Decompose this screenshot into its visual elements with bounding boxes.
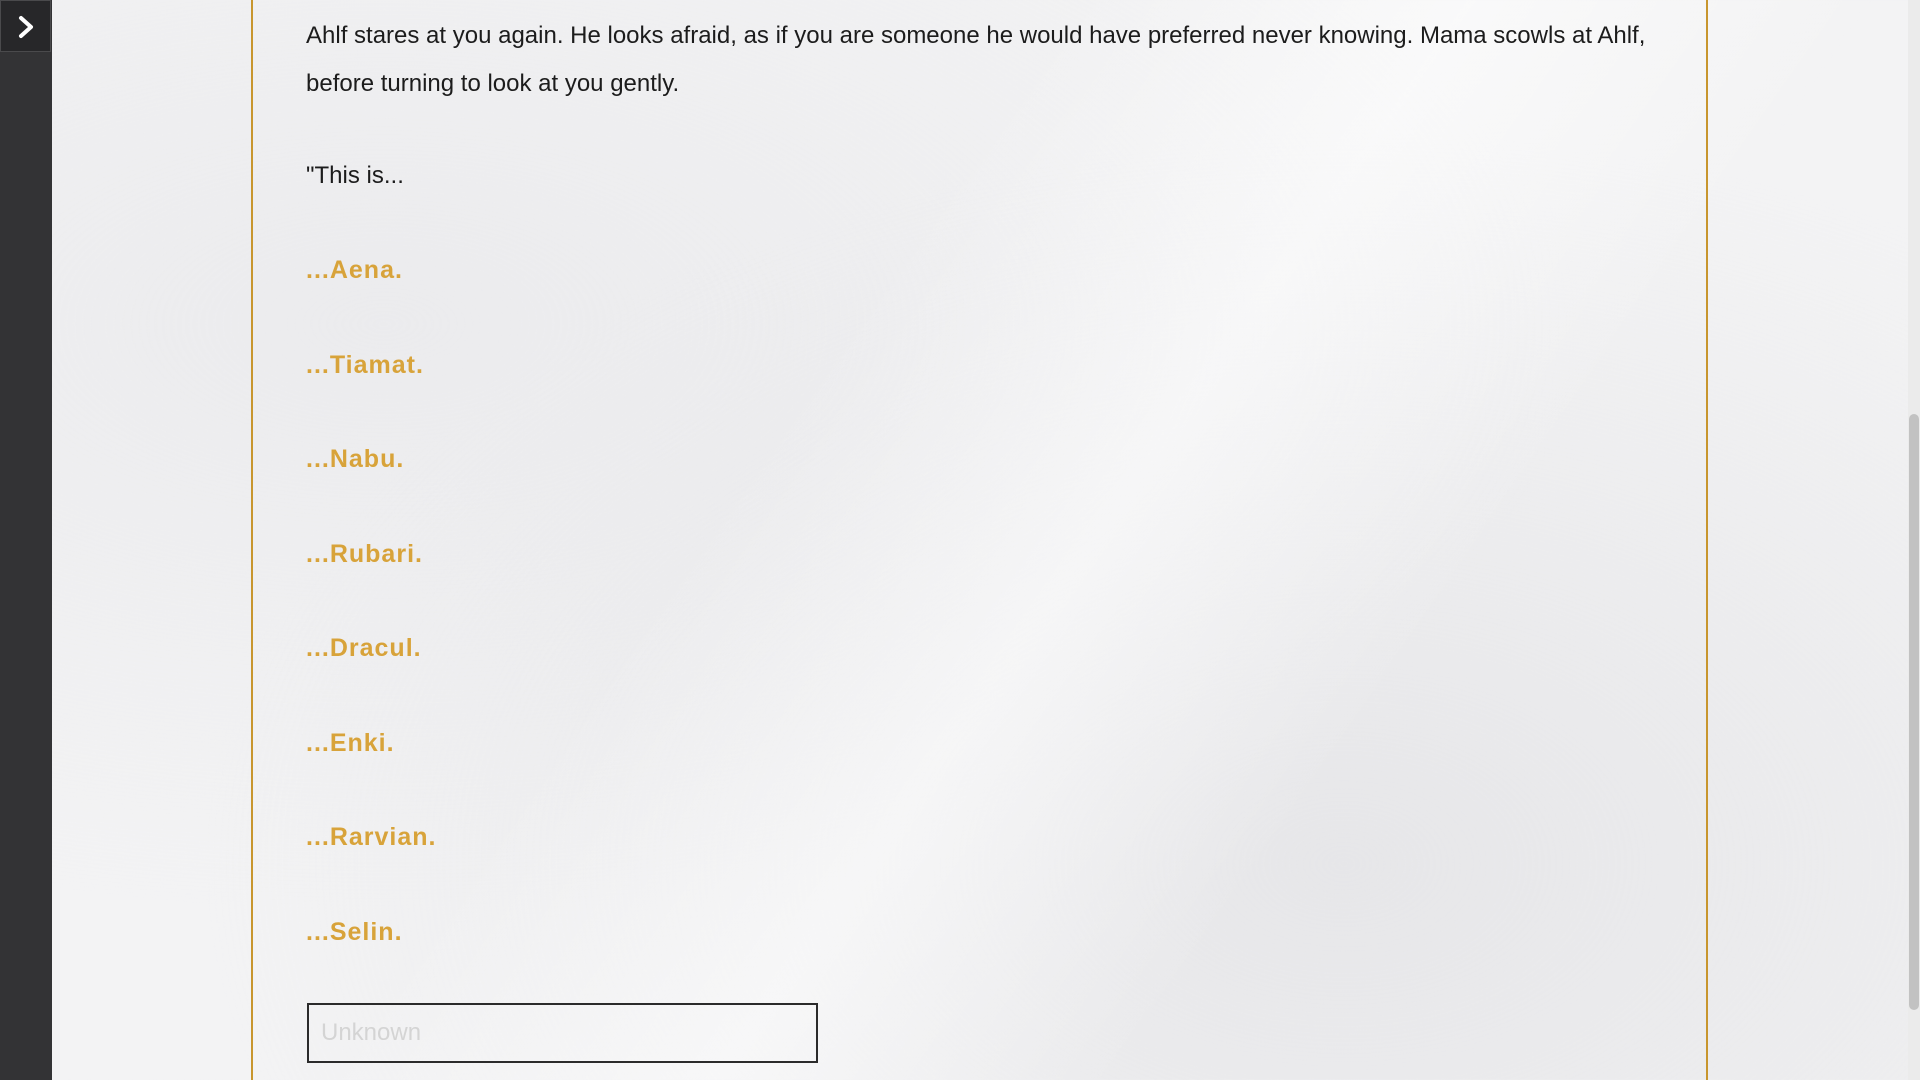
choice-link-rarvian[interactable]: ...Rarvian. xyxy=(306,819,437,855)
choice-link-rubari[interactable]: ...Rubari. xyxy=(306,536,423,572)
name-input[interactable] xyxy=(307,1003,818,1063)
chevron-right-icon xyxy=(19,16,33,38)
choice-link-tiamat[interactable]: ...Tiamat. xyxy=(306,347,424,383)
passage-frame xyxy=(251,0,1708,1080)
choice-link-dracul[interactable]: ...Dracul. xyxy=(306,630,422,666)
passage-paragraph: Ahlf stares at you again. He looks afrai… xyxy=(306,22,1646,97)
choice-link-aena[interactable]: ...Aena. xyxy=(306,252,403,288)
choice-link-nabu[interactable]: ...Nabu. xyxy=(306,441,404,477)
scrollbar-thumb[interactable] xyxy=(1909,414,1919,1010)
sidebar-toggle-button[interactable] xyxy=(0,0,51,52)
sidebar xyxy=(0,0,52,1080)
choice-link-selin[interactable]: ...Selin. xyxy=(306,914,403,950)
choice-link-enki[interactable]: ...Enki. xyxy=(306,725,395,761)
passage-intro-line: "This is... xyxy=(306,162,404,189)
